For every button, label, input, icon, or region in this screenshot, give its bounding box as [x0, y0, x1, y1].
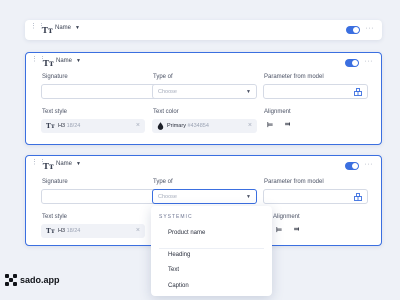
text-color-hex: #434854	[187, 123, 209, 129]
align-right-icon[interactable]: ⫤	[294, 226, 299, 234]
more-options-icon[interactable]: ···	[365, 58, 374, 65]
text-style-chip[interactable]: Tт H3 18/24 ×	[41, 119, 145, 133]
text-style-label: Text style	[42, 109, 68, 115]
text-color-label: Text color	[153, 109, 179, 115]
text-type-icon: Tт	[43, 58, 54, 68]
card-header: ⋮⋮ Tт Name ▼ ···	[25, 20, 382, 40]
field-card-1[interactable]: ⋮⋮ Tт Name ▼ ···	[25, 20, 382, 40]
field-card-2[interactable]: ⋮⋮ Tт Name ▼ ··· Signature Type of Choos…	[25, 52, 382, 145]
type-of-select[interactable]: Choose ▼	[152, 84, 257, 99]
color-drop-icon	[157, 122, 164, 130]
parameter-input[interactable]	[263, 189, 368, 204]
align-left-icon[interactable]: ⊨	[276, 226, 282, 234]
clear-icon[interactable]: ×	[136, 122, 140, 129]
drag-handle-icon[interactable]: ⋮⋮	[31, 159, 46, 170]
visibility-toggle[interactable]	[345, 162, 359, 170]
chevron-down-icon: ▼	[246, 89, 251, 95]
text-style-chip[interactable]: Tт H3 18/24 ×	[41, 224, 145, 238]
brand-name: sado.app	[20, 275, 60, 285]
drag-handle-icon[interactable]: ⋮⋮	[30, 23, 45, 34]
menu-section-label: SYSTEMIC	[159, 214, 193, 220]
menu-item-caption[interactable]: Caption	[168, 283, 189, 289]
menu-item-heading[interactable]: Heading	[168, 252, 190, 258]
chevron-down-icon[interactable]: ▼	[75, 25, 80, 31]
alignment-label: Alignment	[273, 214, 300, 220]
type-of-select[interactable]: Choose ▼	[152, 189, 257, 204]
card-header: ⋮⋮ Tт Name ▼ ···	[26, 156, 381, 176]
field-name: Name	[56, 161, 73, 167]
parameter-input[interactable]	[263, 84, 368, 99]
text-color-chip[interactable]: Primary #434854 ×	[152, 119, 257, 133]
parameter-label: Parameter from model	[264, 179, 324, 185]
model-link-icon[interactable]	[354, 88, 362, 96]
text-style-value: H3	[58, 123, 66, 129]
text-type-icon: Tт	[46, 227, 55, 235]
parameter-label: Parameter from model	[264, 74, 324, 80]
text-color-value: Primary	[167, 123, 186, 129]
chevron-down-icon[interactable]: ▼	[76, 161, 81, 167]
model-link-icon[interactable]	[354, 193, 362, 201]
menu-item-product-name[interactable]: Product name	[168, 230, 205, 236]
clear-icon[interactable]: ×	[136, 227, 140, 234]
align-left-icon[interactable]: ⊨	[267, 121, 273, 129]
visibility-toggle[interactable]	[345, 59, 359, 67]
menu-divider	[159, 248, 264, 249]
signature-label: Signature	[42, 74, 68, 80]
card-header: ⋮⋮ Tт Name ▼ ···	[26, 53, 381, 73]
type-of-label: Type of	[153, 74, 173, 80]
text-type-icon: Tт	[43, 161, 54, 171]
type-of-label: Type of	[153, 179, 173, 185]
type-of-placeholder: Choose	[158, 194, 177, 200]
text-type-icon: Tт	[42, 25, 53, 35]
signature-label: Signature	[42, 179, 68, 185]
text-style-label: Text style	[42, 214, 68, 220]
type-of-dropdown-menu: SYSTEMIC Product name Heading Text Capti…	[151, 206, 272, 296]
more-options-icon[interactable]: ···	[366, 25, 375, 32]
drag-handle-icon[interactable]: ⋮⋮	[31, 56, 46, 67]
text-style-size: 18/24	[66, 228, 81, 234]
brand-logo-icon	[5, 274, 17, 286]
field-name: Name	[56, 58, 73, 64]
text-style-size: 18/24	[66, 123, 81, 129]
more-options-icon[interactable]: ···	[365, 161, 374, 168]
chevron-down-icon[interactable]: ▼	[76, 58, 81, 64]
alignment-label: Alignment	[264, 109, 291, 115]
clear-icon[interactable]: ×	[248, 122, 252, 129]
text-type-icon: Tт	[46, 122, 55, 130]
chevron-down-icon: ▼	[246, 194, 251, 200]
type-of-placeholder: Choose	[158, 89, 177, 95]
align-right-icon[interactable]: ⫤	[285, 121, 290, 129]
text-style-value: H3	[58, 228, 66, 234]
visibility-toggle[interactable]	[346, 26, 360, 34]
field-name: Name	[55, 25, 72, 31]
menu-item-text[interactable]: Text	[168, 267, 179, 273]
